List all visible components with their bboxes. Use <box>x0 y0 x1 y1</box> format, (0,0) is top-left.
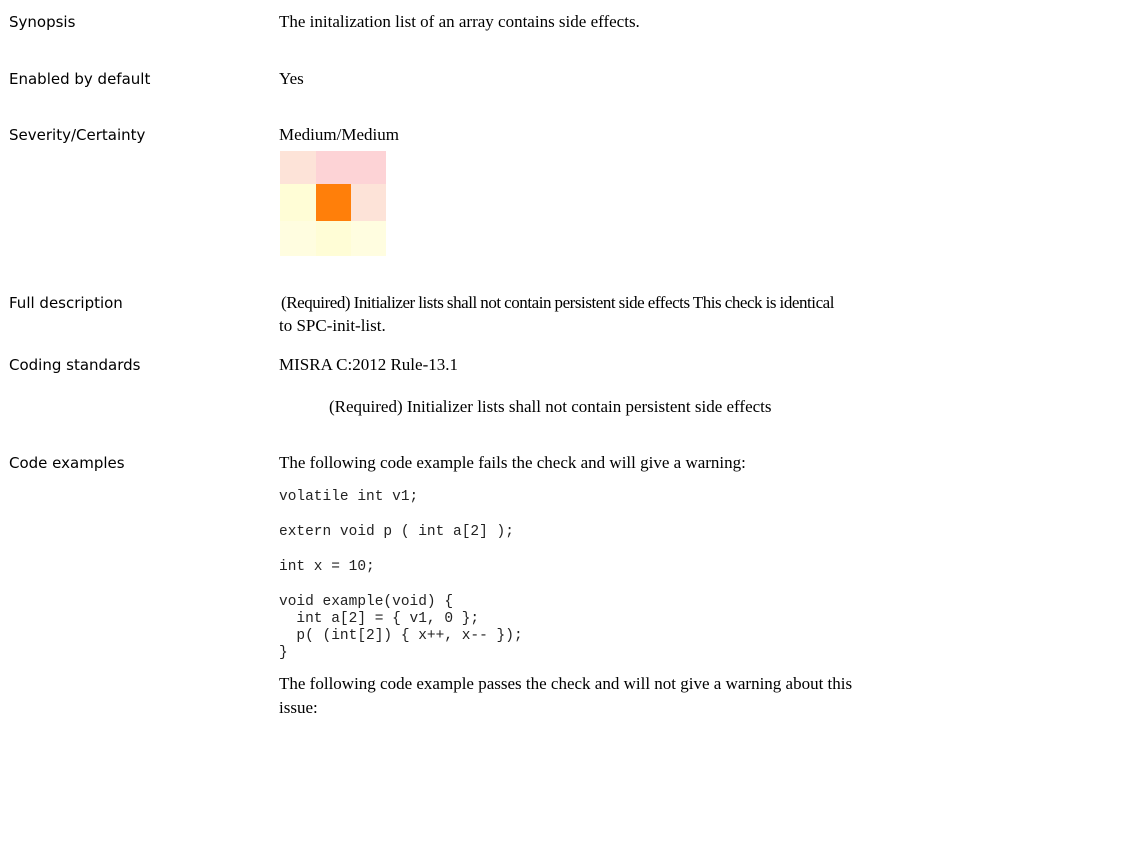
code-examples-label: Code examples <box>9 454 125 472</box>
code-line: extern void p ( int a[2] ); <box>279 524 514 540</box>
severity-grid-cell <box>316 221 351 256</box>
code-example-fail-intro: The following code example fails the che… <box>279 453 746 472</box>
enabled-value: Yes <box>279 69 304 88</box>
code-line: int x = 10; <box>279 559 375 575</box>
severity-grid-cell <box>316 151 351 184</box>
synopsis-value: The initalization list of an array conta… <box>279 12 640 31</box>
severity-certainty-grid <box>280 151 386 256</box>
code-example-pass-intro-line-2: issue: <box>279 698 318 717</box>
full-description-label: Full description <box>9 294 123 312</box>
full-description-line-2: to SPC-init-list. <box>279 316 386 335</box>
severity-value: Medium/Medium <box>279 125 399 144</box>
code-line: } <box>279 645 288 661</box>
severity-label: Severity/Certainty <box>9 126 146 144</box>
code-line: int a[2] = { v1, 0 }; <box>279 611 480 627</box>
code-line: void example(void) { <box>279 594 454 610</box>
coding-standard-detail: (Required) Initializer lists shall not c… <box>329 397 772 416</box>
coding-standard-name: MISRA C:2012 Rule-13.1 <box>279 355 458 374</box>
severity-grid-cell <box>280 184 316 221</box>
synopsis-label: Synopsis <box>9 13 76 31</box>
code-line: volatile int v1; <box>279 489 419 505</box>
code-line: p( (int[2]) { x++, x-- }); <box>279 628 523 644</box>
code-example-pass-intro-line-1: The following code example passes the ch… <box>279 674 853 693</box>
severity-grid-cell <box>280 151 316 184</box>
coding-standards-label: Coding standards <box>9 356 141 374</box>
severity-grid-cell <box>351 151 386 184</box>
severity-grid-cell <box>280 221 316 256</box>
severity-grid-cell <box>351 184 386 221</box>
full-description-line-1: (Required) Initializer lists shall not c… <box>281 293 835 312</box>
enabled-label: Enabled by default <box>9 70 151 88</box>
severity-grid-cell <box>316 184 351 221</box>
severity-grid-cell <box>351 221 386 256</box>
